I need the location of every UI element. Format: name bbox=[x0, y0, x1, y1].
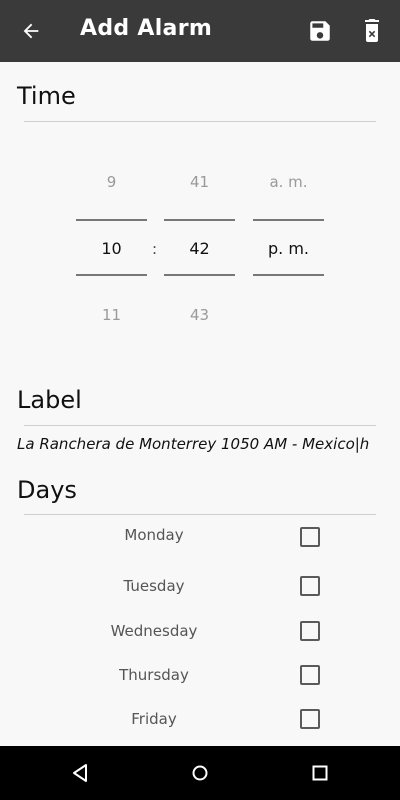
nav-home-icon[interactable] bbox=[190, 763, 210, 787]
day-label: Friday bbox=[131, 710, 177, 728]
delete-icon[interactable] bbox=[360, 18, 386, 44]
days-section-title: Days bbox=[17, 476, 77, 504]
monday-checkbox[interactable] bbox=[300, 527, 320, 547]
picker-line bbox=[76, 274, 147, 276]
wednesday-checkbox[interactable] bbox=[300, 621, 320, 641]
nav-recents-icon[interactable] bbox=[310, 763, 330, 787]
day-row-friday: Friday bbox=[0, 700, 400, 740]
day-label: Tuesday bbox=[123, 577, 185, 595]
nav-back-icon[interactable] bbox=[70, 763, 90, 787]
page-title: Add Alarm bbox=[80, 16, 213, 41]
picker-line bbox=[76, 219, 147, 221]
divider bbox=[24, 425, 376, 426]
time-section-title: Time bbox=[17, 82, 76, 110]
divider bbox=[24, 514, 376, 515]
day-row-thursday: Thursday bbox=[0, 656, 400, 696]
label-input[interactable]: La Ranchera de Monterrey 1050 AM - Mexic… bbox=[17, 435, 369, 453]
minute-next[interactable]: 43 bbox=[164, 306, 235, 324]
picker-line bbox=[164, 219, 235, 221]
day-row-wednesday: Wednesday bbox=[0, 612, 400, 652]
save-icon[interactable] bbox=[307, 18, 333, 44]
day-row-monday: Monday bbox=[0, 518, 400, 558]
arrow-left-icon[interactable] bbox=[18, 18, 44, 44]
day-label: Wednesday bbox=[110, 622, 198, 640]
minute-prev[interactable]: 41 bbox=[164, 173, 235, 191]
hour-selected[interactable]: 10 bbox=[76, 239, 147, 258]
thursday-checkbox[interactable] bbox=[300, 665, 320, 685]
tuesday-checkbox[interactable] bbox=[300, 576, 320, 596]
period-selected[interactable]: p. m. bbox=[253, 239, 324, 258]
day-label: Monday bbox=[124, 526, 184, 544]
picker-line bbox=[164, 274, 235, 276]
system-nav-bar bbox=[0, 746, 400, 800]
friday-checkbox[interactable] bbox=[300, 709, 320, 729]
day-row-tuesday: Tuesday bbox=[0, 567, 400, 607]
hour-next[interactable]: 11 bbox=[76, 306, 147, 324]
time-separator: : bbox=[152, 240, 158, 258]
app-bar: Add Alarm bbox=[0, 0, 400, 62]
divider bbox=[24, 121, 376, 122]
picker-line bbox=[253, 219, 324, 221]
picker-line bbox=[253, 274, 324, 276]
minute-selected[interactable]: 42 bbox=[164, 239, 235, 258]
hour-prev[interactable]: 9 bbox=[76, 173, 147, 191]
label-section-title: Label bbox=[17, 386, 82, 414]
day-label: Thursday bbox=[119, 666, 189, 684]
period-prev[interactable]: a. m. bbox=[253, 173, 324, 191]
